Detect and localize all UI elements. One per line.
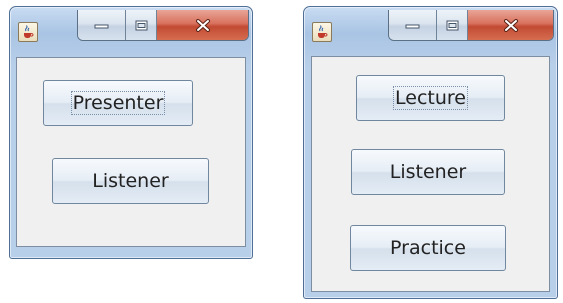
maximize-icon[interactable]: [126, 10, 157, 40]
java-cup-icon[interactable]: [312, 22, 332, 42]
window-content: Lecture Listener Practice: [311, 56, 550, 292]
presenter-button[interactable]: Presenter: [43, 80, 193, 126]
minimize-icon[interactable]: [389, 10, 437, 40]
listener-button[interactable]: Listener: [351, 149, 505, 195]
close-icon[interactable]: [468, 10, 553, 40]
presenter-button-label: Presenter: [70, 91, 166, 115]
maximize-icon[interactable]: [437, 10, 468, 40]
minimize-icon[interactable]: [78, 10, 126, 40]
lecture-button[interactable]: Lecture: [356, 75, 505, 121]
listener-button-label: Listener: [92, 170, 169, 192]
lecture-button-label: Lecture: [393, 86, 468, 110]
listener-button-label: Listener: [389, 161, 467, 183]
java-cup-icon[interactable]: [18, 22, 38, 42]
listener-button[interactable]: Listener: [52, 158, 209, 204]
window-right: Lecture Listener Practice: [303, 6, 558, 299]
practice-button-label: Practice: [390, 237, 466, 259]
close-icon[interactable]: [157, 10, 248, 40]
caption-buttons: [388, 10, 554, 41]
practice-button[interactable]: Practice: [350, 225, 506, 271]
window-content: Presenter Listener: [16, 57, 246, 247]
window-left: Presenter Listener: [9, 6, 253, 259]
caption-buttons: [77, 10, 249, 41]
